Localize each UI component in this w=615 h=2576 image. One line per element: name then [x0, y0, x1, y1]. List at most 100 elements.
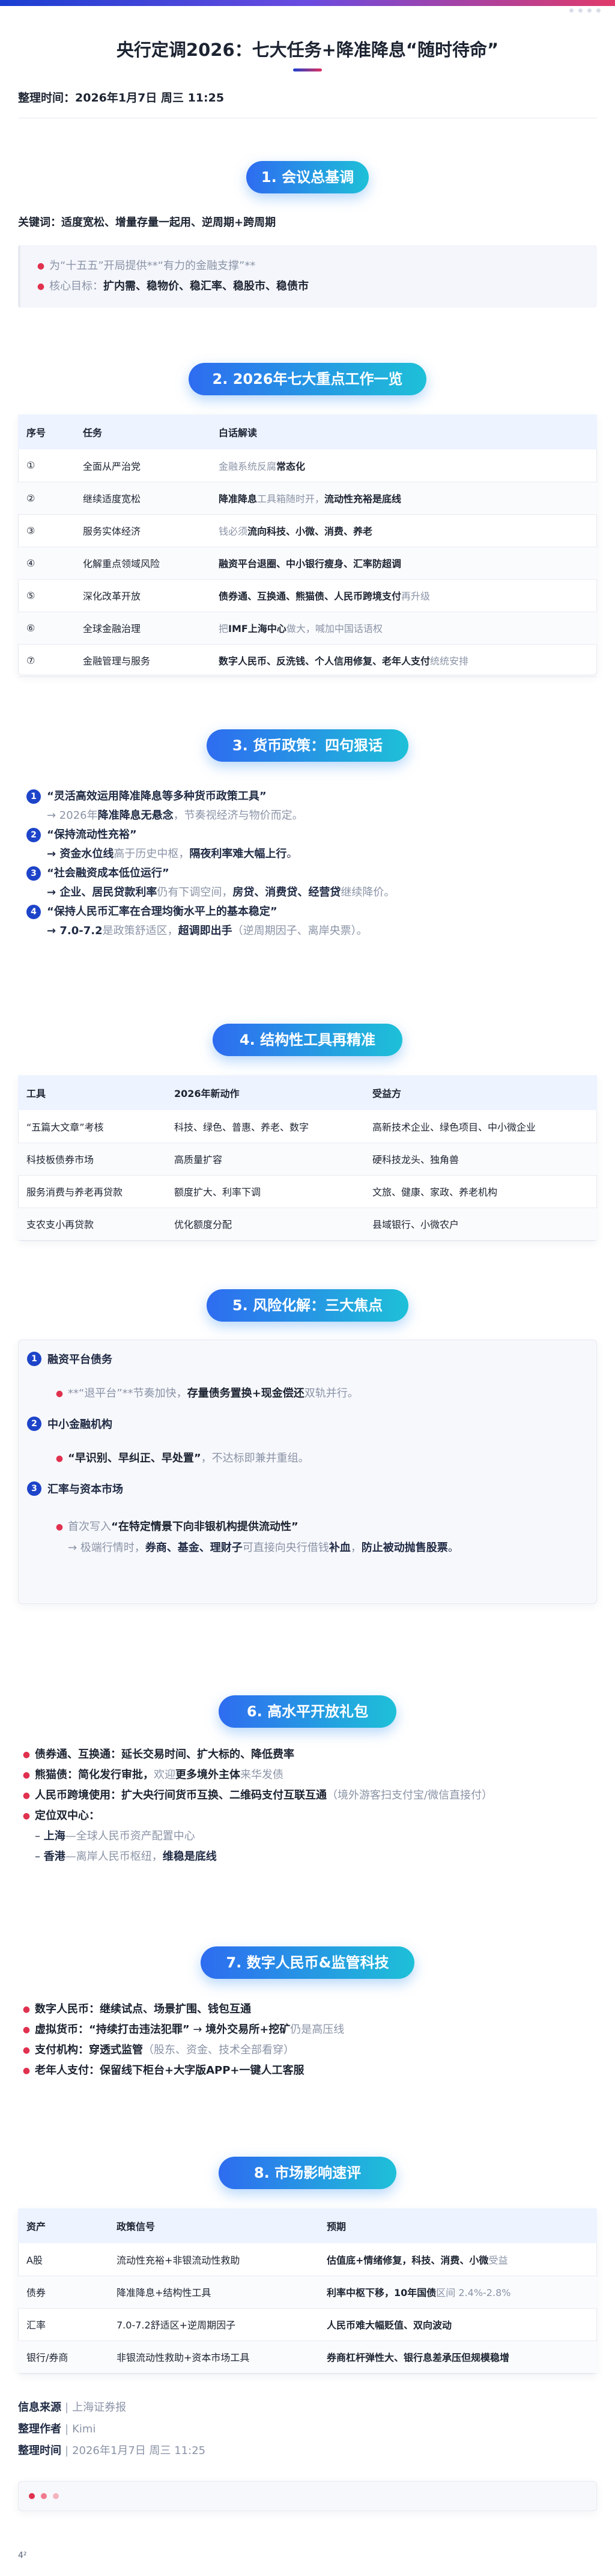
heading-text: 中小金融机构: [47, 1418, 112, 1431]
text-part: –: [35, 1850, 44, 1863]
target-value: 扩内需、稳物价、稳汇率、稳股市、稳债市: [103, 280, 309, 293]
bullet-icon: ●: [55, 1389, 64, 1399]
table-row: “五篇大文章”考核 科技、绿色、普惠、养老、数字 高新技术企业、绿色项目、中小微企业: [18, 1110, 597, 1143]
text-part: 是政策舒适区，: [102, 925, 178, 937]
text-part: 支付机构：: [35, 2044, 89, 2056]
title-underline: [293, 68, 322, 71]
cell: 利率中枢下移，10年国债区间 2.4%-2.8%: [318, 2276, 597, 2309]
text-part: →: [47, 848, 60, 860]
keywords-value: 适度宽松、增量存量一起用、逆周期+跨周期: [61, 216, 276, 229]
text-part: ，节奏视经济与物价而定。: [173, 809, 303, 822]
list-item: ● 债券通、互换通：延长交易时间、扩大标的、降低费率: [18, 1745, 597, 1765]
table-row: 服务消费与养老再贷款 额度扩大、利率下调 文旅、健康、家政、养老机构: [18, 1175, 597, 1208]
text-part: –: [35, 1830, 44, 1842]
cell-part: IMF上海中心: [228, 623, 286, 634]
text-part: → 2026年: [47, 809, 98, 822]
section-5-pill: 5. 风险化解：三大焦点: [207, 1289, 408, 1322]
text-part: 继续试点、场景扩围、钱包互通: [100, 2003, 251, 2016]
text-part: 企业、居民贷款利率: [59, 886, 157, 899]
section-6-pill: 6. 高水平开放礼包: [219, 1695, 396, 1728]
cell: 债券通、互换通、熊猫债、人民币跨境支付再升级: [210, 579, 597, 612]
text-part: 。: [286, 848, 298, 860]
pagination-dots: [29, 2493, 59, 2499]
heading-text: 融资平台债务: [47, 1353, 112, 1366]
author-label: 整理作者: [18, 2423, 61, 2435]
text-part: “持续打击违法犯罪”: [89, 2023, 190, 2036]
list-item: ● 虚拟货币：“持续打击违法犯罪” → 境外交易所+挖矿仍是高压线: [18, 2020, 597, 2040]
explanation: → 企业、居民贷款利率仍有下调空间，房贷、消费贷、经营贷继续降价。: [26, 883, 591, 902]
table-row: 科技板债券市场 高质量扩容 硬科技龙头、独角兽: [18, 1143, 597, 1176]
col-header: 白话解读: [210, 415, 597, 449]
list-item: 4 “保持人民币汇率在合理均衡水平上的基本稳定”: [26, 902, 591, 922]
cell: 流动性充裕+非银流动性救助: [108, 2243, 318, 2276]
bullet-icon: ●: [22, 1750, 31, 1760]
cell-part: 区间 2.4%-2.8%: [436, 2287, 511, 2298]
col-header: 政策信号: [108, 2208, 318, 2243]
number-badge: 4: [26, 905, 41, 919]
bullet-icon: ●: [22, 2005, 31, 2014]
cell-part: 估值底+情绪修复，: [327, 2254, 412, 2266]
cell: 科技、绿色、普惠、养老、数字: [166, 1110, 364, 1143]
cell-part: 流向科技、小微、消费、养老: [247, 526, 373, 537]
cell-part: 券商杠杆弹性大、: [327, 2352, 404, 2363]
table-row: 债券 降准降息+结构性工具 利率中枢下移，10年国债区间 2.4%-2.8%: [18, 2276, 597, 2309]
cell: 服务实体经济: [74, 514, 210, 547]
page-number: 4²: [18, 2551, 27, 2560]
list-item: ● 定位双中心：: [18, 1806, 597, 1826]
list-item: ● 为“十五五”开局提供**“有力的金融支撑”**: [32, 256, 585, 276]
cell: ①: [18, 449, 74, 482]
text-part: 超调即出手: [178, 925, 232, 937]
cell-part: 科技、消费、小微: [411, 2254, 489, 2266]
cell-part: 流动性充裕是底线: [324, 493, 402, 505]
quote-text: “灵活高效运用降准降息等多种货币政策工具”: [47, 790, 267, 803]
cell: 高新技术企业、绿色项目、中小微企业: [364, 1110, 597, 1143]
bullet-icon: ●: [37, 282, 45, 291]
col-header: 预期: [318, 2208, 597, 2243]
quote-text: “保持流动性充裕”: [47, 828, 137, 841]
text-part: 香港: [43, 1850, 65, 1863]
explanation: → 2026年降准降息无悬念，节奏视经济与物价而定。: [26, 806, 591, 825]
author-line: 整理作者 | Kimi: [18, 2423, 96, 2435]
text-part: 债券通、互换通：: [35, 1748, 121, 1761]
text-part: 欢迎: [154, 1769, 175, 1781]
text-part: 仍有下调空间，: [157, 886, 233, 899]
cell: 估值底+情绪修复，科技、消费、小微受益: [318, 2243, 597, 2276]
table-header-row: 资产 政策信号 预期: [18, 2208, 597, 2243]
section-1-quote: ● 为“十五五”开局提供**“有力的金融支撑”** ● 核心目标：扩内需、稳物价…: [18, 245, 597, 308]
text-part: 数字人民币：: [35, 2003, 100, 2016]
list-item: 3 “社会融资成本低位运行”: [26, 864, 591, 883]
cell: ③: [18, 514, 74, 547]
text-part: 保留线下柜台+大字版APP+一键人工客服: [100, 2064, 304, 2077]
cell-part: 降准降息: [219, 493, 258, 505]
meta-label: 整理时间：: [18, 91, 76, 105]
table-row: A股 流动性充裕+非银流动性救助 估值底+情绪修复，科技、消费、小微受益: [18, 2243, 597, 2276]
cell-part: 做大，喊加中国话语权: [286, 623, 383, 634]
col-header: 序号: [18, 415, 74, 449]
section-8-pill: 8. 市场影响速评: [219, 2157, 396, 2189]
cell: 把IMF上海中心做大，喊加中国话语权: [210, 612, 597, 645]
dot-icon: [53, 2493, 59, 2499]
list-item: ● 支付机构：穿透式监管（股东、资金、技术全部看穿）: [18, 2040, 597, 2061]
table-header-row: 序号 任务 白话解读: [18, 415, 597, 449]
cell: 降准降息+结构性工具: [108, 2276, 318, 2309]
tools-table: 工具 2026年新动作 受益方 “五篇大文章”考核 科技、绿色、普惠、养老、数字高…: [18, 1075, 597, 1241]
text-part: —全球人民币资产配置中心: [65, 1830, 195, 1842]
text-part: 二维码支付互联互通: [229, 1789, 327, 1802]
text-part: **“退平台”**节奏加快，: [68, 1387, 187, 1400]
cell-part: 双向波动: [413, 2319, 452, 2331]
table-row: ② 继续适度宽松 降准降息工具箱随时开，流动性充裕是底线: [18, 482, 597, 515]
keywords-label: 关键词：: [18, 216, 61, 229]
source-label: 信息来源: [18, 2401, 61, 2414]
section-1-pill: 1. 会议总基调: [246, 161, 369, 193]
cell-part: 把: [219, 623, 229, 634]
cell-part: 数字人民币、反洗钱、个人信用修复、老年人支付: [219, 655, 431, 667]
window-dots: [569, 8, 601, 13]
cell-part: 10年国债: [394, 2287, 437, 2298]
cell-part: 金融系统反腐: [219, 460, 277, 472]
footer-info: 信息来源 | 上海证券报 整理作者 | Kimi 整理时间 | 2026年1月7日 周三 1…: [18, 2397, 205, 2462]
text-part: →: [47, 925, 60, 937]
bullet-icon: ●: [22, 1770, 31, 1780]
cell-part: 融资平台退圈、中小银行瘦身、汇率防超调: [219, 558, 402, 570]
text-part: 。: [447, 1542, 459, 1554]
text-part: 首次写入: [68, 1520, 111, 1533]
